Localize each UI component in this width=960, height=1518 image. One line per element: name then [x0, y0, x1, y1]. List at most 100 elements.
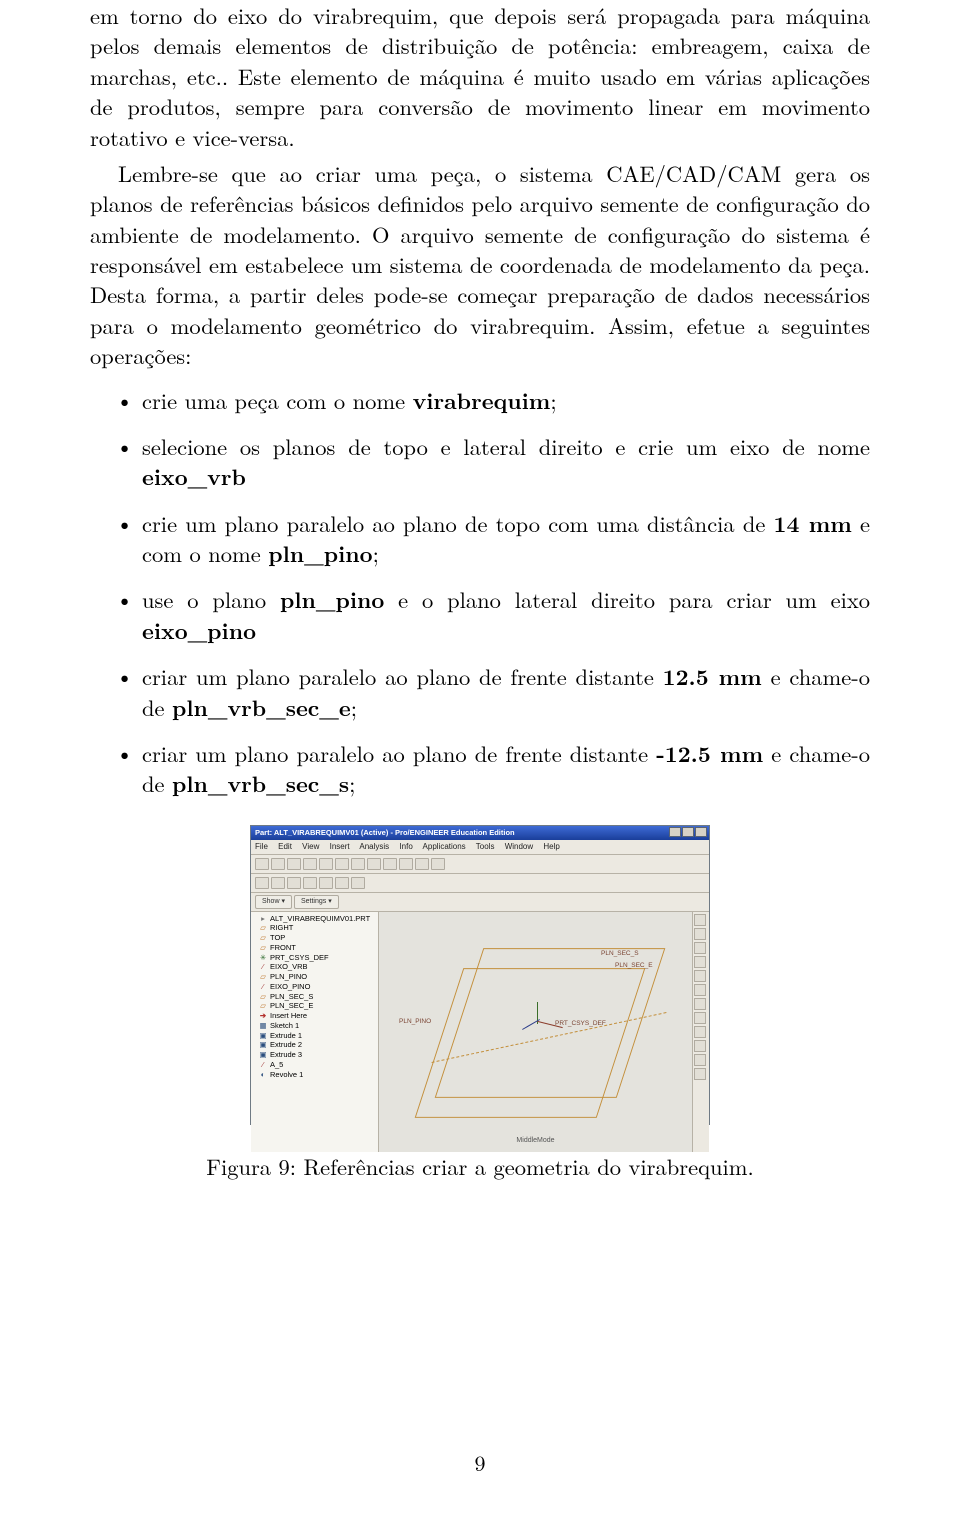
tree-label: Extrude 1: [270, 1031, 302, 1041]
toolbar-button[interactable]: [255, 858, 269, 870]
menu-item[interactable]: Applications: [423, 842, 466, 851]
toolbar-button[interactable]: [287, 877, 301, 889]
toolbar-button[interactable]: [694, 1068, 706, 1080]
li-bold: pln_vrb_sec_e: [172, 691, 351, 723]
list-item: selecione os planos de topo e lateral di…: [142, 431, 870, 492]
tree-label: Sketch 1: [270, 1021, 299, 1031]
tree-item[interactable]: ⁄A_5: [259, 1060, 376, 1070]
tree-item[interactable]: ▱TOP: [259, 933, 376, 943]
model-canvas[interactable]: PLN_PINO PRT_CSYS_DEF PLN_SEC_S PLN_SEC_…: [379, 912, 692, 1152]
list-item: crie um plano paralelo ao plano de topo …: [142, 508, 870, 569]
toolbar-button[interactable]: [303, 877, 317, 889]
plane-icon: ▱: [259, 943, 267, 953]
tree-label: Extrude 2: [270, 1040, 302, 1050]
plane-label: PLN_PINO: [399, 1018, 431, 1027]
tree-label: TOP: [270, 933, 285, 943]
extrude-icon: ▣: [259, 1050, 267, 1060]
tree-item[interactable]: ✳PRT_CSYS_DEF: [259, 953, 376, 963]
menu-item[interactable]: Edit: [278, 842, 292, 851]
tree-label: Revolve 1: [270, 1070, 303, 1080]
toolbar-button[interactable]: [271, 858, 285, 870]
toolbar-button[interactable]: [694, 970, 706, 982]
menu-item[interactable]: View: [302, 842, 319, 851]
toolbar-button[interactable]: [694, 1040, 706, 1052]
menu-item[interactable]: Window: [505, 842, 533, 851]
paragraph-2: Lembre-se que ao criar uma peça, o siste…: [90, 158, 870, 371]
minimize-icon[interactable]: [669, 827, 681, 837]
toolbar-button[interactable]: [694, 1054, 706, 1066]
tree-item[interactable]: ⁄EIXO_VRB: [259, 962, 376, 972]
tree-item[interactable]: ▱PLN_SEC_E: [259, 1001, 376, 1011]
settings-dropdown[interactable]: Settings ▾: [294, 895, 339, 909]
tree-item[interactable]: ▦Sketch 1: [259, 1021, 376, 1031]
toolbar-button[interactable]: [694, 998, 706, 1010]
model-tree[interactable]: ▸ALT_VIRABREQUIMV01.PRT ▱RIGHT ▱TOP ▱FRO…: [251, 912, 379, 1152]
menu-item[interactable]: Insert: [330, 842, 350, 851]
toolbar-button[interactable]: [694, 942, 706, 954]
toolbar-button[interactable]: [271, 877, 285, 889]
toolbar-button[interactable]: [287, 858, 301, 870]
menu-item[interactable]: File: [255, 842, 268, 851]
menu-bar: File Edit View Insert Analysis Info Appl…: [251, 840, 709, 855]
close-icon[interactable]: [695, 827, 707, 837]
tree-label: Insert Here: [270, 1011, 307, 1021]
toolbar-button[interactable]: [694, 914, 706, 926]
tree-item[interactable]: ▣Extrude 2: [259, 1040, 376, 1050]
canvas-status: MiddleMode: [516, 1136, 554, 1145]
toolbar-button[interactable]: [351, 877, 365, 889]
li-text: ;: [550, 384, 556, 416]
tree-item[interactable]: ▣Extrude 1: [259, 1031, 376, 1041]
plane-icon: ▱: [259, 992, 267, 1002]
toolbar-button[interactable]: [335, 877, 349, 889]
menu-item[interactable]: Info: [399, 842, 412, 851]
toolbar-button[interactable]: [335, 858, 349, 870]
tree-item[interactable]: ▱RIGHT: [259, 923, 376, 933]
tree-item[interactable]: ▱PLN_SEC_S: [259, 992, 376, 1002]
toolbar-button[interactable]: [303, 858, 317, 870]
tree-label: EIXO_VRB: [270, 962, 308, 972]
toolbar-button[interactable]: [431, 858, 445, 870]
menu-item[interactable]: Help: [543, 842, 559, 851]
toolbar-button[interactable]: [255, 877, 269, 889]
tree-root[interactable]: ▸ALT_VIRABREQUIMV01.PRT: [259, 914, 376, 924]
li-bold: pln_vrb_sec_s: [172, 767, 349, 799]
menu-item[interactable]: Analysis: [359, 842, 389, 851]
toolbar-button[interactable]: [694, 928, 706, 940]
list-item: criar um plano paralelo ao plano de fren…: [142, 661, 870, 722]
extrude-icon: ▣: [259, 1031, 267, 1041]
axis-icon: ⁄: [259, 1060, 267, 1070]
toolbar-button[interactable]: [319, 858, 333, 870]
tree-label: PLN_SEC_E: [270, 1001, 313, 1011]
tree-item[interactable]: ▣Extrude 3: [259, 1050, 376, 1060]
show-dropdown[interactable]: Show ▾: [255, 895, 292, 909]
tree-item[interactable]: ▱PLN_PINO: [259, 972, 376, 982]
toolbar-button[interactable]: [399, 858, 413, 870]
toolbar-button[interactable]: [694, 1026, 706, 1038]
plane-icon: ▱: [259, 1001, 267, 1011]
toolbar-button[interactable]: [319, 877, 333, 889]
tree-label: PLN_SEC_S: [270, 992, 313, 1002]
insert-icon: ➔: [259, 1011, 267, 1021]
toolbar-button[interactable]: [694, 984, 706, 996]
li-text: selecione os planos de topo e lateral di…: [142, 430, 870, 462]
tree-item[interactable]: ⁄EIXO_PINO: [259, 982, 376, 992]
tree-label: FRONT: [270, 943, 296, 953]
toolbar-button[interactable]: [383, 858, 397, 870]
maximize-icon[interactable]: [682, 827, 694, 837]
li-text: ;: [351, 691, 357, 723]
toolbar-row-1: [251, 855, 709, 874]
toolbar-button[interactable]: [367, 858, 381, 870]
menu-item[interactable]: Tools: [476, 842, 495, 851]
toolbar-button[interactable]: [694, 1012, 706, 1024]
li-bold: virabrequim: [413, 384, 551, 416]
plane-label: PLN_SEC_S: [601, 950, 639, 959]
tree-item[interactable]: ▱FRONT: [259, 943, 376, 953]
toolbar-button[interactable]: [351, 858, 365, 870]
toolbar-button[interactable]: [694, 956, 706, 968]
tree-item[interactable]: ◐Revolve 1: [259, 1070, 376, 1080]
figure-caption: Figura 9: Referências criar a geometria …: [90, 1151, 870, 1181]
toolbar-button[interactable]: [415, 858, 429, 870]
list-item: crie uma peça com o nome virabrequim;: [142, 385, 870, 415]
window-buttons: [669, 827, 707, 837]
tree-insert-marker[interactable]: ➔Insert Here: [259, 1011, 376, 1021]
